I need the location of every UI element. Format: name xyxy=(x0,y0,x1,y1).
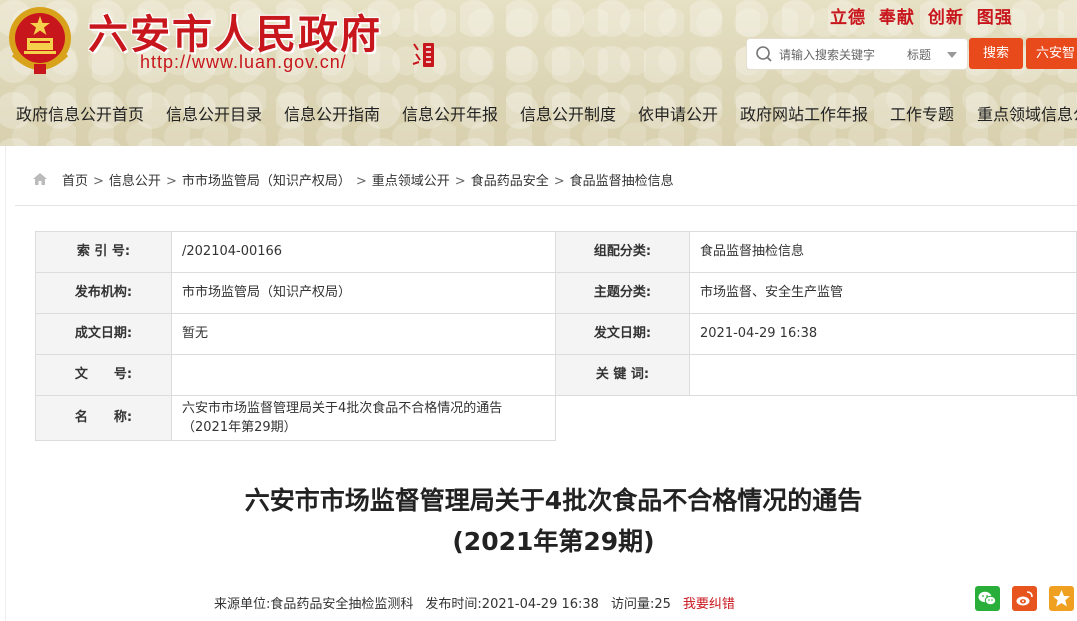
nav-item-info-system[interactable]: 信息公开制度 xyxy=(520,101,616,125)
nav-item-annual-report[interactable]: 信息公开年报 xyxy=(402,101,498,125)
meta-topic-label: 主题分类: xyxy=(555,272,690,314)
meta-name-line2: （2021年第29期） xyxy=(182,420,297,435)
breadcrumb-separator: > xyxy=(355,174,367,189)
views-label: 访问量: xyxy=(610,597,655,612)
breadcrumb-home[interactable]: 首页 xyxy=(62,174,88,189)
source-value: 食品药品安全抽检监测科 xyxy=(270,597,414,612)
meta-category-value: 食品监督抽检信息 xyxy=(689,231,1077,273)
breadcrumb-info-public[interactable]: 信息公开 xyxy=(109,174,161,189)
nav-item-apply-disclosure[interactable]: 依申请公开 xyxy=(638,101,718,125)
nav-item-info-catalog[interactable]: 信息公开目录 xyxy=(166,101,262,125)
search-button[interactable]: 搜索 xyxy=(969,38,1023,69)
breadcrumb-market-bureau[interactable]: 市市场监管局（知识产权局） xyxy=(182,174,351,189)
views-value: 25 xyxy=(654,597,671,612)
meta-docno-value xyxy=(171,354,556,396)
chevron-down-icon[interactable] xyxy=(947,52,957,58)
meta-topic-value: 市场监督、安全生产监管 xyxy=(689,272,1077,314)
slogan: 立德 奉献 创新 图强 xyxy=(830,8,1013,28)
meta-name-value: 六安市市场监督管理局关于4批次食品不合格情况的通告 （2021年第29期） xyxy=(171,395,556,441)
breadcrumb-key-areas[interactable]: 重点领域公开 xyxy=(372,174,450,189)
breadcrumb-divider xyxy=(15,205,1077,206)
breadcrumb-separator: > xyxy=(553,174,565,189)
meta-keywords-value xyxy=(689,354,1077,396)
breadcrumb-food-inspection[interactable]: 食品监督抽检信息 xyxy=(570,174,674,189)
meta-index-value: /202104-00166 xyxy=(171,231,556,273)
search-scope-select[interactable]: 标题 xyxy=(907,46,931,63)
nav-item-website-report[interactable]: 政府网站工作年报 xyxy=(740,101,868,125)
nav-item-key-areas[interactable]: 重点领域信息公 xyxy=(977,101,1077,125)
main-nav: 政府信息公开首页 信息公开目录 信息公开指南 信息公开年报 信息公开制度 依申请… xyxy=(0,96,1077,128)
luan-smart-button[interactable]: 六安智 xyxy=(1026,38,1077,69)
meta-docno-label: 文 号: xyxy=(35,354,172,396)
favorite-star-icon[interactable] xyxy=(1049,586,1074,611)
national-emblem-icon xyxy=(9,7,71,74)
wechat-icon[interactable] xyxy=(975,586,1000,611)
meta-category-label: 组配分类: xyxy=(555,231,690,273)
calligraphy-seal-icon xyxy=(412,43,434,67)
meta-index-label: 索 引 号: xyxy=(35,231,172,273)
site-header: 六安市人民政府 http://www.luan.gov.cn/ 立德 奉献 创新… xyxy=(0,0,1077,146)
search-box: 标题 xyxy=(746,38,968,70)
time-value: 2021-04-29 16:38 xyxy=(481,597,599,612)
home-icon[interactable] xyxy=(32,172,48,186)
meta-published-label: 发文日期: xyxy=(555,313,690,355)
breadcrumb-separator: > xyxy=(454,174,466,189)
breadcrumb: 首页 > 信息公开 > 市市场监管局（知识产权局） > 重点领域公开 > 食品药品安全 > 食品监督… xyxy=(62,170,674,189)
nav-item-info-home[interactable]: 政府信息公开首页 xyxy=(16,101,144,125)
report-error-link[interactable]: 我要纠错 xyxy=(683,597,735,612)
source-label: 来源单位: xyxy=(214,597,271,612)
meta-created-value: 暂无 xyxy=(171,313,556,355)
search-input[interactable] xyxy=(777,44,901,66)
meta-name-line1: 六安市市场监督管理局关于4批次食品不合格情况的通告 xyxy=(182,401,503,416)
search-icon xyxy=(756,46,772,62)
breadcrumb-separator: > xyxy=(165,174,177,189)
meta-org-value: 市市场监管局（知识产权局） xyxy=(171,272,556,314)
article-meta-line: 来源单位:食品药品安全抽检监测科 发布时间:2021-04-29 16:38 访问量… xyxy=(214,593,735,612)
breadcrumb-separator: > xyxy=(93,174,104,189)
article-title-line1: 六安市市场监督管理局关于4批次食品不合格情况的通告 xyxy=(244,486,863,515)
meta-org-label: 发布机构: xyxy=(35,272,172,314)
nav-item-info-guide[interactable]: 信息公开指南 xyxy=(284,101,380,125)
nav-item-special-topics[interactable]: 工作专题 xyxy=(890,101,954,125)
article-title-line2: (2021年第29期) xyxy=(452,527,655,556)
site-url[interactable]: http://www.luan.gov.cn/ xyxy=(140,52,347,73)
meta-name-label: 名 称: xyxy=(35,395,172,441)
meta-keywords-label: 关 键 词: xyxy=(555,354,690,396)
meta-created-label: 成文日期: xyxy=(35,313,172,355)
weibo-icon[interactable] xyxy=(1012,586,1037,611)
meta-published-value: 2021-04-29 16:38 xyxy=(689,313,1077,355)
breadcrumb-food-drug[interactable]: 食品药品安全 xyxy=(471,174,549,189)
time-label: 发布时间: xyxy=(425,597,482,612)
